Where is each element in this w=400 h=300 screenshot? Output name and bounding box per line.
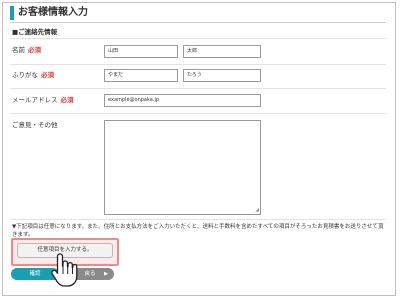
required-badge: 必須 (60, 96, 74, 104)
furigana-label: ふりがな 必須 (12, 71, 54, 79)
name-label-text: 名前 (12, 46, 25, 54)
back-button-label: 戻る (84, 271, 96, 277)
last-name-input[interactable]: 山田 (104, 45, 178, 58)
required-badge: 必須 (41, 71, 54, 79)
row-divider (10, 88, 386, 89)
chevron-right-icon: ▶ (104, 271, 108, 277)
title-accent-bar (10, 6, 14, 20)
page-header: お客様情報入力 (10, 6, 386, 22)
section-heading: ■ご連絡先情報 (12, 28, 58, 36)
furigana-label-text: ふりがな (12, 71, 38, 79)
row-divider (10, 38, 386, 39)
required-badge: 必須 (28, 46, 41, 54)
first-name-kana-input[interactable]: たろう (183, 69, 261, 82)
optional-fields-note: ▼下記項目は任意になります。また、住所とお支払方法をご入力いただくと、送料と手数… (12, 224, 384, 238)
last-name-kana-input[interactable]: やまだ (104, 69, 178, 82)
first-name-input[interactable]: 太郎 (183, 45, 261, 58)
comment-label: ご意見・その他 (12, 121, 58, 129)
comment-textarea[interactable]: ◢ (104, 120, 261, 215)
title-divider (10, 22, 386, 23)
email-label-text: メールアドレス (12, 96, 58, 104)
hand-pointer-icon (51, 253, 78, 287)
email-input[interactable]: example@onpaka.jp (104, 94, 261, 107)
row-divider (10, 113, 386, 114)
row-divider (10, 219, 386, 220)
resize-handle-icon[interactable]: ◢ (255, 208, 259, 213)
page-title: お客様情報入力 (18, 7, 88, 18)
email-label: メールアドレス 必須 (12, 96, 74, 104)
name-label: 名前 必須 (12, 46, 41, 54)
row-divider (10, 64, 386, 65)
